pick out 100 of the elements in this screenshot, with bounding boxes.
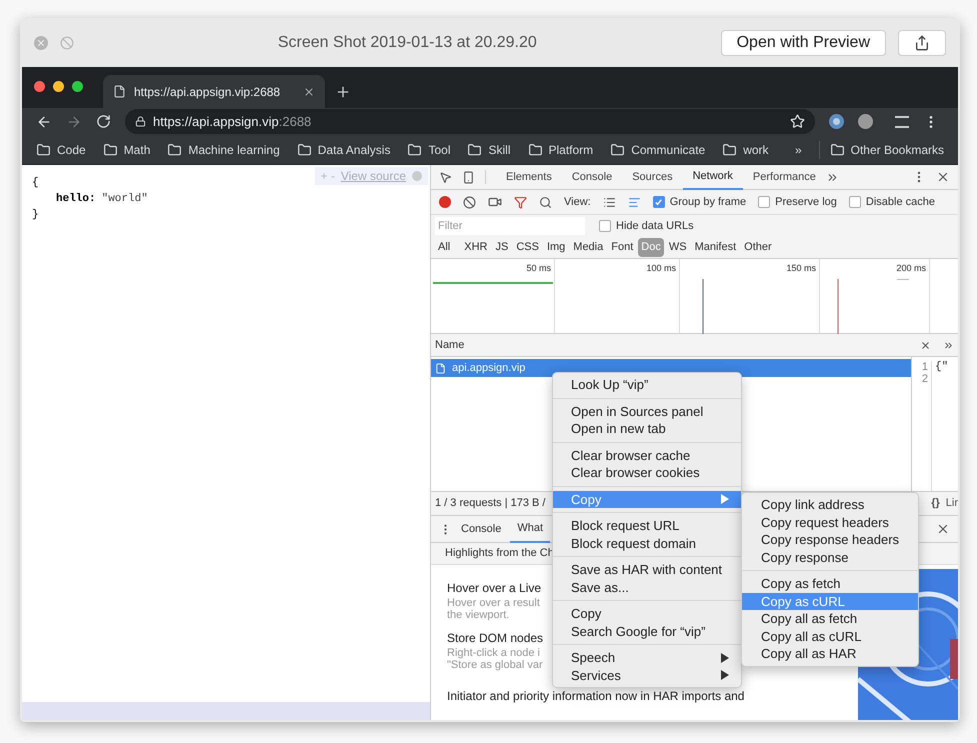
clear-icon[interactable] xyxy=(463,196,476,208)
back-icon[interactable] xyxy=(36,114,52,130)
type-filter[interactable]: Other xyxy=(741,238,775,257)
menu-item[interactable]: Save as HAR with content xyxy=(553,561,741,578)
menu-item[interactable]: Clear browser cache xyxy=(553,446,741,464)
checkbox[interactable] xyxy=(848,196,861,208)
page-icon xyxy=(113,85,126,98)
folder-icon[interactable] xyxy=(296,142,312,156)
menu-item[interactable]: Clear browser cookies xyxy=(553,464,741,482)
menu-item[interactable]: Copy xyxy=(553,605,741,622)
folder-icon[interactable] xyxy=(722,142,738,156)
feature-description: the viewport. xyxy=(447,609,510,621)
inspect-icon[interactable] xyxy=(439,170,452,184)
status-text: 1 / 3 requests | 173 B / xyxy=(435,496,546,512)
bookmark-folder[interactable]: Tool xyxy=(428,140,450,158)
folder-icon[interactable] xyxy=(36,142,51,156)
close-icon[interactable] xyxy=(920,340,931,350)
new-tab-icon[interactable] xyxy=(335,84,351,100)
waterfall-icon[interactable] xyxy=(628,196,641,208)
bookmark-folder[interactable]: Code xyxy=(57,140,86,158)
forward-icon[interactable] xyxy=(66,114,82,130)
menu-item[interactable]: Copy all as cURL xyxy=(742,628,918,645)
menu-item[interactable]: Open in new tab xyxy=(553,420,741,438)
more-bookmarks-button[interactable]: » xyxy=(794,140,802,158)
device-icon[interactable] xyxy=(462,170,475,184)
browser-tab[interactable]: https://api.appsign.vip:2688 xyxy=(103,75,325,108)
devtools-tab[interactable]: Sources xyxy=(622,165,683,190)
menu-item[interactable]: Copy all as HAR xyxy=(742,645,918,662)
share-button[interactable] xyxy=(898,30,946,56)
bookmark-folder[interactable]: Skill xyxy=(488,140,510,158)
type-filter[interactable]: Font xyxy=(608,238,636,257)
camera-icon[interactable] xyxy=(488,195,502,209)
devtools-tab[interactable]: Console xyxy=(562,165,622,190)
menu-item[interactable]: Speech xyxy=(553,649,741,666)
type-filter[interactable]: JS xyxy=(492,238,512,257)
close-icon[interactable] xyxy=(936,170,950,184)
line-number: 1 xyxy=(922,361,928,373)
filter-icon[interactable] xyxy=(514,196,527,208)
type-filter[interactable]: XHR xyxy=(461,238,490,257)
type-filter[interactable]: All xyxy=(435,238,454,257)
feature-description: Right-click a node i xyxy=(447,647,540,659)
menu-item[interactable]: Copy response headers xyxy=(742,531,918,548)
folder-icon[interactable] xyxy=(528,142,542,156)
extension-icon[interactable] xyxy=(829,114,844,129)
menu-item[interactable]: Copy all as fetch xyxy=(742,610,918,628)
menu-item[interactable]: Copy response xyxy=(742,548,918,566)
bookmark-folder[interactable]: Other Bookmarks xyxy=(850,140,944,158)
checkbox[interactable] xyxy=(652,196,665,208)
record-icon[interactable] xyxy=(439,196,451,208)
timeline-tick: 50 ms xyxy=(526,262,551,275)
checkbox[interactable] xyxy=(599,220,611,232)
close-icon[interactable] xyxy=(303,86,315,98)
bookmark-folder[interactable]: Math xyxy=(124,140,150,158)
bookmark-folder[interactable]: Machine learning xyxy=(188,140,280,158)
type-filter[interactable]: Img xyxy=(544,238,568,257)
menu-item[interactable]: Look Up “vip” xyxy=(553,376,741,394)
reload-icon[interactable] xyxy=(96,114,111,129)
type-filter[interactable]: Media xyxy=(570,238,606,257)
menu-item[interactable]: Open in Sources panel xyxy=(553,402,741,420)
timeline-tick: 150 ms xyxy=(786,262,816,275)
url-text: https://api.appsign.vip:2688 xyxy=(153,112,312,131)
open-with-preview-button[interactable]: Open with Preview xyxy=(720,30,886,56)
devtools-tab[interactable]: Elements xyxy=(496,165,562,190)
share-icon xyxy=(914,34,930,50)
folder-icon[interactable] xyxy=(407,142,422,156)
bookmark-folder[interactable]: Communicate xyxy=(631,140,706,158)
folder-icon[interactable] xyxy=(610,142,626,156)
status-text: Lir xyxy=(946,496,958,512)
menu-item[interactable]: Copy request headers xyxy=(742,514,918,531)
type-filter[interactable]: WS xyxy=(666,238,690,257)
more-icon[interactable] xyxy=(943,340,954,350)
search-icon[interactable] xyxy=(539,196,552,208)
star-icon[interactable] xyxy=(790,114,805,129)
bookmark-folder[interactable]: work xyxy=(743,140,769,158)
address-bar[interactable]: https://api.appsign.vip:2688 xyxy=(125,109,815,134)
menu-item[interactable]: Copy link address xyxy=(742,496,918,514)
bookmark-folder[interactable]: Platform xyxy=(548,140,594,158)
type-filter[interactable]: Manifest xyxy=(692,238,740,257)
folder-icon[interactable] xyxy=(830,142,845,156)
format-button[interactable]: {} xyxy=(931,495,940,512)
menu-item[interactable]: Copy as fetch xyxy=(742,575,918,592)
drawer-tab[interactable]: Console xyxy=(454,515,508,543)
file-icon xyxy=(435,362,446,374)
bookmark-folder[interactable]: Data Analysis xyxy=(318,140,390,158)
folder-icon[interactable] xyxy=(102,142,118,156)
menu-item[interactable]: Block request URL xyxy=(553,517,741,534)
extension-icon[interactable] xyxy=(858,114,873,129)
menu-item[interactable]: Search Google for “vip” xyxy=(553,622,741,640)
menu-item[interactable]: Save as... xyxy=(553,578,741,596)
menu-item[interactable]: Services xyxy=(553,666,741,684)
folder-icon[interactable] xyxy=(467,142,482,156)
devtools-tab[interactable]: Performance xyxy=(742,165,826,190)
list-view-icon[interactable] xyxy=(602,196,616,208)
type-filter[interactable]: CSS xyxy=(513,238,542,257)
close-icon[interactable] xyxy=(936,522,950,536)
checkbox[interactable] xyxy=(758,196,770,208)
filter-field[interactable]: Filter xyxy=(435,217,585,235)
menu-item[interactable]: Block request domain xyxy=(553,534,741,552)
folder-icon[interactable] xyxy=(167,142,182,156)
json-brace: } xyxy=(32,208,39,223)
